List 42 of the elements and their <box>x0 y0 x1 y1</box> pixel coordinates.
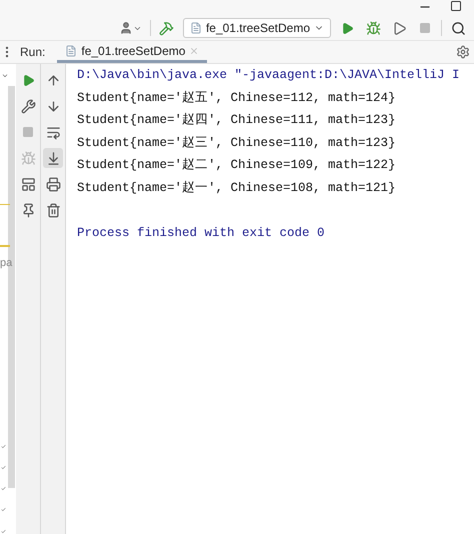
run-label: Run: <box>20 45 46 59</box>
wrap-icon <box>46 124 60 140</box>
pin-icon <box>20 202 36 218</box>
change-marker <box>0 245 10 247</box>
play-icon <box>340 22 354 34</box>
user-icon <box>119 21 134 35</box>
file-icon <box>190 22 202 34</box>
console-line: Student{name='赵三', Chinese=110, math=123} <box>77 134 397 152</box>
bug-icon <box>20 150 36 166</box>
layout-icon <box>20 176 36 192</box>
search-icon <box>450 20 466 36</box>
bug-icon <box>366 20 380 36</box>
printer-icon <box>46 176 60 192</box>
console-line: D:\Java\bin\java.exe "-javaagent:D:\JAVA\IntelliJ I <box>77 67 461 84</box>
stop-icon <box>419 22 431 34</box>
hammer-icon <box>159 20 174 36</box>
check-icon <box>0 507 7 513</box>
file-icon <box>65 44 78 56</box>
scroll-to-end-icon <box>46 150 60 166</box>
trash-icon <box>46 202 60 218</box>
check-icon <box>0 444 7 449</box>
play-outline-icon <box>392 20 406 36</box>
play-icon <box>22 74 34 86</box>
console-line: Student{name='赵二', Chinese=109, math=122} <box>77 156 397 174</box>
change-marker <box>0 204 10 206</box>
console-line: Process finished with exit code 0 <box>77 224 326 242</box>
maximize-icon <box>450 0 462 12</box>
check-icon <box>0 486 7 492</box>
console-line: Student{name='赵四', Chinese=111, math=123} <box>77 112 397 129</box>
run-tab[interactable]: fe_01.treeSetDemo <box>57 41 208 63</box>
wrench-icon <box>20 98 36 114</box>
scroll-to-end-button[interactable] <box>43 148 63 168</box>
check-icon <box>0 464 7 470</box>
editor-text-fragment: pa <box>0 256 12 269</box>
stop-icon <box>22 126 34 138</box>
console-line: Student{name='赵一', Chinese=108, math=121} <box>77 180 397 196</box>
down-arrow-icon <box>46 98 60 114</box>
console-line: Student{name='赵五', Chinese=112, math=124} <box>77 90 397 106</box>
check-icon <box>0 528 7 534</box>
settings-icon <box>456 45 470 59</box>
chevron-icon <box>0 72 10 80</box>
run-configuration-dropdown[interactable]: fe_01.treeSetDemo <box>182 18 331 38</box>
